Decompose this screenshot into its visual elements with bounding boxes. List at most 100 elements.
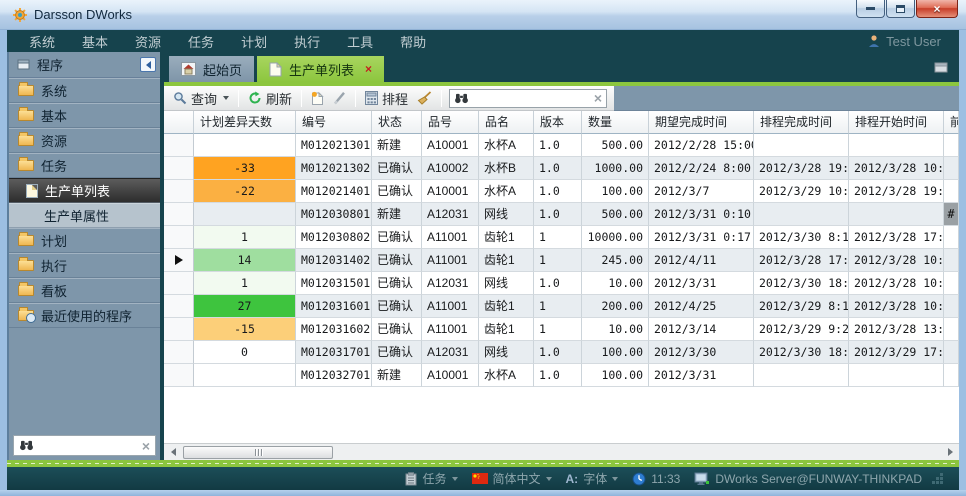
close-button[interactable]: × bbox=[916, 0, 958, 18]
sidebar-item[interactable]: 看板 bbox=[9, 278, 160, 303]
sidebar-item[interactable]: 系统 bbox=[9, 78, 160, 103]
tab-close-icon[interactable]: × bbox=[365, 62, 372, 76]
sidebar-item[interactable]: 生产单属性 bbox=[9, 203, 160, 228]
filter-clear-icon[interactable]: × bbox=[142, 440, 150, 452]
table-row[interactable]: -15 M012031602 已确认 A11001 齿轮1 1 10.00 20… bbox=[164, 318, 959, 341]
cell-overflow bbox=[944, 341, 959, 364]
separator bbox=[355, 90, 356, 107]
sidebar-item[interactable]: 任务 bbox=[9, 153, 160, 178]
table-row[interactable]: -22 M012021401 已确认 A10001 水杯A 1.0 100.00… bbox=[164, 180, 959, 203]
new-button[interactable] bbox=[309, 90, 326, 107]
window-list-icon[interactable] bbox=[934, 62, 959, 73]
column-header[interactable]: 版本 bbox=[534, 111, 582, 134]
column-header[interactable]: 品号 bbox=[422, 111, 479, 134]
column-header[interactable]: 品名 bbox=[479, 111, 534, 134]
menu-item[interactable]: 资源 bbox=[135, 32, 161, 51]
column-header[interactable]: 编号 bbox=[296, 111, 372, 134]
table-row[interactable]: M012021301 新建 A10001 水杯A 1.0 500.00 2012… bbox=[164, 134, 959, 157]
column-header[interactable]: 数量 bbox=[582, 111, 649, 134]
menu-item[interactable]: 任务 bbox=[188, 32, 214, 51]
user-icon bbox=[867, 34, 881, 48]
folder-icon bbox=[18, 85, 34, 96]
menu-bar: 系统 基本 资源 任务 计划 执行 工具 帮助 Test User bbox=[7, 30, 959, 52]
clipboard-icon bbox=[405, 472, 417, 486]
column-header[interactable] bbox=[164, 111, 194, 134]
menu-item[interactable]: 系统 bbox=[29, 32, 55, 51]
column-header[interactable]: 排程完成时间 bbox=[754, 111, 849, 134]
menu-item[interactable]: 基本 bbox=[82, 32, 108, 51]
sidebar-item-label: 资源 bbox=[41, 131, 67, 150]
sidebar-item[interactable]: 基本 bbox=[9, 103, 160, 128]
column-header[interactable]: 排程开始时间 bbox=[849, 111, 944, 134]
cell-version: 1 bbox=[534, 226, 582, 249]
table-row[interactable]: M012030801 新建 A12031 网线 1.0 500.00 2012/… bbox=[164, 203, 959, 226]
table-row[interactable]: 1 M012031501 已确认 A12031 网线 1.0 10.00 201… bbox=[164, 272, 959, 295]
schedule-button[interactable]: 排程 bbox=[363, 88, 410, 109]
cell-overflow bbox=[944, 134, 959, 157]
table-search-box[interactable]: × bbox=[449, 89, 607, 108]
refresh-button[interactable]: 刷新 bbox=[246, 88, 294, 109]
cell-schedule-start: 2012/3/28 13:40 bbox=[849, 318, 944, 341]
restore-button[interactable] bbox=[886, 0, 915, 18]
menu-item[interactable]: 执行 bbox=[294, 32, 320, 51]
row-indicator-cell bbox=[164, 295, 194, 318]
cell-order-no: M012021401 bbox=[296, 180, 372, 203]
cell-item-name: 水杯B bbox=[479, 157, 534, 180]
sidebar-item[interactable]: 计划 bbox=[9, 228, 160, 253]
cell-version: 1.0 bbox=[534, 341, 582, 364]
sidebar-collapse-button[interactable] bbox=[140, 57, 156, 72]
table-row[interactable]: M012032701 新建 A10001 水杯A 1.0 100.00 2012… bbox=[164, 364, 959, 387]
separator bbox=[238, 90, 239, 107]
schedule-label: 排程 bbox=[382, 89, 408, 108]
sidebar-filter-box[interactable]: × bbox=[13, 435, 156, 456]
column-header[interactable]: 计划差异天数 bbox=[194, 111, 296, 134]
cell-order-no: M012032701 bbox=[296, 364, 372, 387]
table-row[interactable]: 14 M012031402 已确认 A11001 齿轮1 1 245.00 20… bbox=[164, 249, 959, 272]
table-row[interactable]: -33 M012021302 已确认 A10002 水杯B 1.0 1000.0… bbox=[164, 157, 959, 180]
resize-grip[interactable] bbox=[940, 473, 943, 476]
scrollbar-thumb[interactable] bbox=[183, 446, 333, 459]
font-icon: A: bbox=[566, 472, 579, 486]
tab-start-page[interactable]: 起始页 bbox=[169, 56, 254, 82]
menu-item[interactable]: 工具 bbox=[347, 32, 373, 51]
status-time: 11:33 bbox=[651, 472, 680, 486]
user-area[interactable]: Test User bbox=[867, 34, 947, 49]
status-font-dropdown[interactable]: A: 字体 bbox=[566, 470, 619, 487]
search-clear-icon[interactable]: × bbox=[594, 92, 602, 104]
minimize-button[interactable] bbox=[856, 0, 885, 18]
query-button[interactable]: 查询 bbox=[171, 88, 231, 109]
column-header[interactable]: 前 bbox=[944, 111, 959, 134]
horizontal-scrollbar[interactable] bbox=[164, 443, 959, 460]
scroll-left-button[interactable] bbox=[165, 445, 181, 460]
bottom-accent-strip bbox=[7, 460, 959, 467]
table-row[interactable]: 1 M012030802 已确认 A11001 齿轮1 1 10000.00 2… bbox=[164, 226, 959, 249]
table-row[interactable]: 0 M012031701 已确认 A12031 网线 1.0 100.00 20… bbox=[164, 341, 959, 364]
table-row[interactable]: 27 M012031601 已确认 A11001 齿轮1 1 200.00 20… bbox=[164, 295, 959, 318]
table-search-input[interactable] bbox=[473, 91, 590, 106]
menu-item[interactable]: 计划 bbox=[241, 32, 267, 51]
sidebar-item[interactable]: 资源 bbox=[9, 128, 160, 153]
sidebar-item[interactable]: 生产单列表 bbox=[9, 178, 160, 203]
sidebar-item[interactable]: 最近使用的程序 bbox=[9, 303, 160, 328]
cell-item-no: A12031 bbox=[422, 272, 479, 295]
scroll-right-button[interactable] bbox=[942, 445, 958, 460]
row-indicator-cell bbox=[164, 180, 194, 203]
cell-schedule-finish: 2012/3/29 8:15 bbox=[754, 295, 849, 318]
status-task-dropdown[interactable]: 任务 bbox=[405, 470, 457, 487]
toolbar: 查询 刷新 bbox=[164, 86, 959, 111]
tab-order-list[interactable]: 生产单列表 × bbox=[257, 56, 384, 82]
cell-plan-diff-days bbox=[194, 134, 296, 157]
sidebar-item[interactable]: 执行 bbox=[9, 253, 160, 278]
column-header[interactable]: 期望完成时间 bbox=[649, 111, 754, 134]
edit-button[interactable] bbox=[331, 90, 348, 106]
column-header[interactable]: 状态 bbox=[372, 111, 422, 134]
clean-button[interactable] bbox=[415, 90, 434, 106]
cell-item-no: A12031 bbox=[422, 203, 479, 226]
menu-item[interactable]: 帮助 bbox=[400, 32, 426, 51]
cell-schedule-start: 2012/3/29 17:46 bbox=[849, 341, 944, 364]
close-icon: × bbox=[933, 3, 940, 15]
cell-order-no: M012031701 bbox=[296, 341, 372, 364]
cell-item-name: 网线 bbox=[479, 272, 534, 295]
status-language-dropdown[interactable]: 简体中文 bbox=[472, 470, 552, 487]
cell-item-name: 水杯A bbox=[479, 180, 534, 203]
